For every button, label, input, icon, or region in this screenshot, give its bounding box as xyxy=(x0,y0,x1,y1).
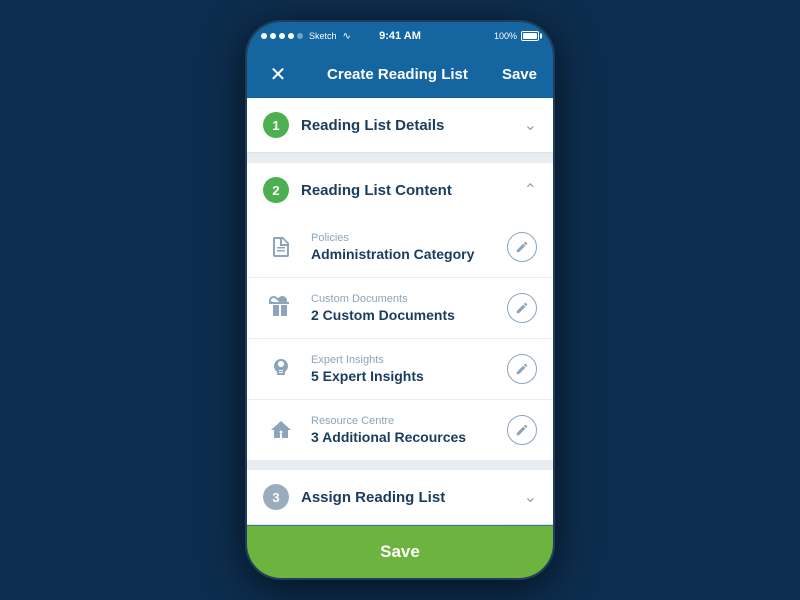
signal-dots xyxy=(261,33,303,39)
nav-bar: ✕ Create Reading List Save xyxy=(247,50,553,98)
resource-centre-label: Resource Centre xyxy=(311,415,507,427)
save-button[interactable]: Save xyxy=(247,526,553,578)
expert-insights-label: Expert Insights xyxy=(311,354,507,366)
step3-header[interactable]: 3 Assign Reading List ⌄ xyxy=(247,470,553,525)
resource-centre-icon xyxy=(263,412,299,448)
step2-chevron: ⌃ xyxy=(524,180,537,200)
custom-docs-icon xyxy=(263,290,299,326)
phone-frame: Sketch ∿ 9:41 AM 100% ✕ Create Reading L… xyxy=(245,20,555,580)
expert-insights-edit-button[interactable] xyxy=(507,354,537,384)
policies-label: Policies xyxy=(311,232,507,244)
battery-fill xyxy=(523,33,537,39)
policies-value: Administration Category xyxy=(311,246,507,262)
battery-percent: 100% xyxy=(494,31,517,41)
expert-insights-value: 5 Expert Insights xyxy=(311,368,507,384)
battery-area: 100% xyxy=(494,31,539,41)
step1-header[interactable]: 1 Reading List Details ⌄ xyxy=(247,98,553,153)
custom-docs-label: Custom Documents xyxy=(311,293,507,305)
policies-icon xyxy=(263,229,299,265)
nav-save-button[interactable]: Save xyxy=(502,66,537,83)
status-bar: Sketch ∿ 9:41 AM 100% xyxy=(247,22,553,50)
resource-icon xyxy=(269,418,293,442)
document-icon xyxy=(269,235,293,259)
content-area: 1 Reading List Details ⌄ 2 Reading List … xyxy=(247,98,553,526)
policies-edit-button[interactable] xyxy=(507,232,537,262)
carrier-label: Sketch xyxy=(309,31,337,41)
step2-badge: 2 xyxy=(263,177,289,203)
step2-title: Reading List Content xyxy=(301,182,524,199)
resource-centre-text: Resource Centre 3 Additional Recources xyxy=(311,415,507,445)
custom-docs-edit-button[interactable] xyxy=(507,293,537,323)
resource-centre-value: 3 Additional Recources xyxy=(311,429,507,445)
expert-insights-icon xyxy=(263,351,299,387)
content-items-list: Policies Administration Category C xyxy=(247,217,553,460)
gap2 xyxy=(247,460,553,470)
step2-header[interactable]: 2 Reading List Content ⌃ xyxy=(247,163,553,217)
battery-icon xyxy=(521,31,539,41)
step1-chevron: ⌄ xyxy=(524,115,537,135)
edit-icon-4 xyxy=(515,423,529,437)
step1-title: Reading List Details xyxy=(301,117,524,134)
step3-badge: 3 xyxy=(263,484,289,510)
expert-icon xyxy=(269,357,293,381)
custom-document-icon xyxy=(269,296,293,320)
resource-centre-edit-button[interactable] xyxy=(507,415,537,445)
resource-centre-item: Resource Centre 3 Additional Recources xyxy=(247,400,553,460)
policies-text: Policies Administration Category xyxy=(311,232,507,262)
custom-docs-item: Custom Documents 2 Custom Documents xyxy=(247,278,553,339)
expert-insights-text: Expert Insights 5 Expert Insights xyxy=(311,354,507,384)
edit-icon-3 xyxy=(515,362,529,376)
close-button[interactable]: ✕ xyxy=(263,62,293,87)
nav-title: Create Reading List xyxy=(327,66,468,83)
expert-insights-item: Expert Insights 5 Expert Insights xyxy=(247,339,553,400)
edit-icon xyxy=(515,240,529,254)
step1-badge: 1 xyxy=(263,112,289,138)
wifi-icon: ∿ xyxy=(343,31,351,42)
step3-title: Assign Reading List xyxy=(301,489,524,506)
edit-icon-2 xyxy=(515,301,529,315)
custom-docs-value: 2 Custom Documents xyxy=(311,307,507,323)
time-label: 9:41 AM xyxy=(379,30,421,42)
gap1 xyxy=(247,153,553,163)
custom-docs-text: Custom Documents 2 Custom Documents xyxy=(311,293,507,323)
policies-item: Policies Administration Category xyxy=(247,217,553,278)
bottom-spacer xyxy=(247,525,553,526)
step3-chevron: ⌄ xyxy=(524,487,537,507)
